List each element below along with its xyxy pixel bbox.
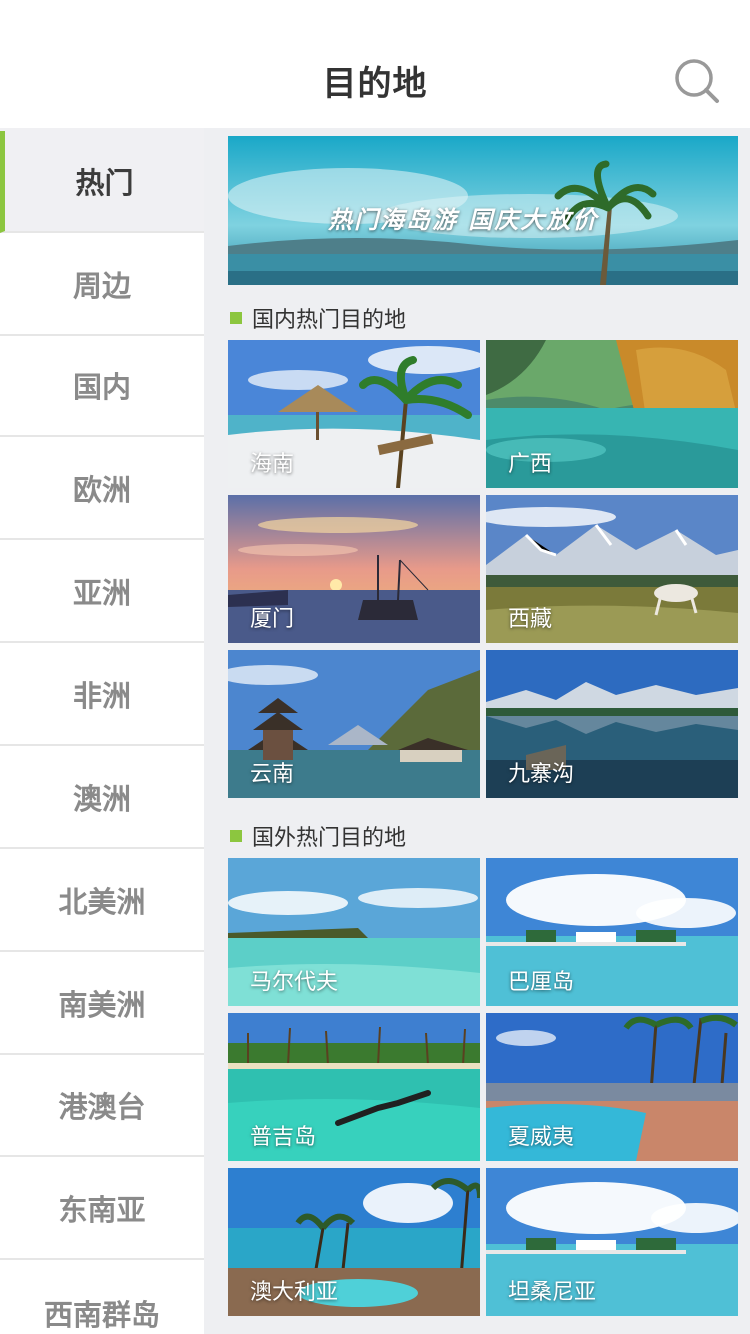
foreign-section-title: 国外热门目的地: [230, 821, 406, 851]
destination-label: 厦门: [250, 607, 295, 632]
section-marker: [230, 830, 242, 842]
sidebar-item-europe[interactable]: 欧洲: [0, 438, 204, 540]
promo-banner[interactable]: 热门海岛游 国庆大放价: [228, 136, 738, 285]
page-title: 目的地: [322, 64, 428, 104]
sidebar-item-asia[interactable]: 亚洲: [0, 541, 204, 643]
search-icon[interactable]: [674, 58, 720, 104]
destination-tile-tibet[interactable]: 西藏: [486, 495, 738, 643]
destination-label: 夏威夷: [508, 1125, 575, 1150]
destination-tile-phuket[interactable]: 普吉岛: [228, 1013, 480, 1161]
foreign-section-label: 国外热门目的地: [252, 826, 407, 851]
destination-label: 海南: [250, 452, 295, 477]
destination-label: 巴厘岛: [508, 970, 575, 995]
sidebar-item-north-america[interactable]: 北美洲: [0, 850, 204, 952]
sidebar-item-label: 国内: [72, 370, 131, 404]
section-marker: [230, 312, 242, 324]
sidebar-item-southeast-asia[interactable]: 东南亚: [0, 1158, 204, 1260]
destination-tile-jiuzhaigou[interactable]: 九寨沟: [486, 650, 738, 798]
destination-label: 西藏: [508, 607, 553, 632]
destination-label: 云南: [250, 762, 295, 787]
sidebar-item-label: 西南群岛: [43, 1298, 160, 1332]
sidebar-item-label: 非洲: [72, 679, 131, 713]
banner-text: 热门海岛游 国庆大放价: [328, 205, 599, 234]
sidebar-item-label: 周边: [72, 269, 131, 303]
destination-tile-bali[interactable]: 巴厘岛: [486, 858, 738, 1006]
destination-tile-maldives[interactable]: 马尔代夫: [228, 858, 480, 1006]
sidebar-item-label: 热门: [75, 166, 134, 200]
sidebar-item-hot[interactable]: 热门: [0, 131, 204, 233]
sidebar-item-label: 欧洲: [72, 473, 131, 507]
sidebar-item-label: 亚洲: [72, 576, 131, 610]
sidebar-item-label: 澳洲: [72, 782, 131, 816]
domestic-section-label: 国内热门目的地: [252, 308, 407, 333]
destination-tile-tanzania[interactable]: 坦桑尼亚: [486, 1168, 738, 1316]
destination-tile-xiamen[interactable]: 厦门: [228, 495, 480, 643]
destination-label: 普吉岛: [250, 1125, 317, 1150]
sidebar-item-south-america[interactable]: 南美洲: [0, 953, 204, 1055]
sidebar-item-domestic[interactable]: 国内: [0, 335, 204, 437]
destination-tile-hainan[interactable]: 海南: [228, 340, 480, 488]
app-header: 目的地: [0, 0, 750, 128]
destination-label: 马尔代夫: [250, 970, 339, 995]
sidebar-item-africa[interactable]: 非洲: [0, 644, 204, 746]
destination-tile-yunnan[interactable]: 云南: [228, 650, 480, 798]
destination-label: 坦桑尼亚: [508, 1280, 597, 1305]
destination-label: 澳大利亚: [250, 1280, 339, 1305]
sidebar-item-label: 港澳台: [58, 1090, 146, 1124]
destination-label: 九寨沟: [508, 762, 575, 787]
destination-label: 广西: [508, 452, 553, 477]
domestic-section-title: 国内热门目的地: [230, 303, 406, 333]
destination-tile-australia[interactable]: 澳大利亚: [228, 1168, 480, 1316]
sidebar-item-southwest-islands[interactable]: 西南群岛: [0, 1260, 204, 1334]
sidebar-item-label: 东南亚: [58, 1193, 146, 1227]
sidebar-item-label: 南美洲: [58, 988, 146, 1022]
sidebar-item-oceania[interactable]: 澳洲: [0, 747, 204, 849]
sidebar-item-label: 北美洲: [58, 885, 146, 919]
destination-tile-guangxi[interactable]: 广西: [486, 340, 738, 488]
sidebar-item-hk-macau-taiwan[interactable]: 港澳台: [0, 1055, 204, 1157]
sidebar-item-nearby[interactable]: 周边: [0, 234, 204, 336]
destination-tile-hawaii[interactable]: 夏威夷: [486, 1013, 738, 1161]
